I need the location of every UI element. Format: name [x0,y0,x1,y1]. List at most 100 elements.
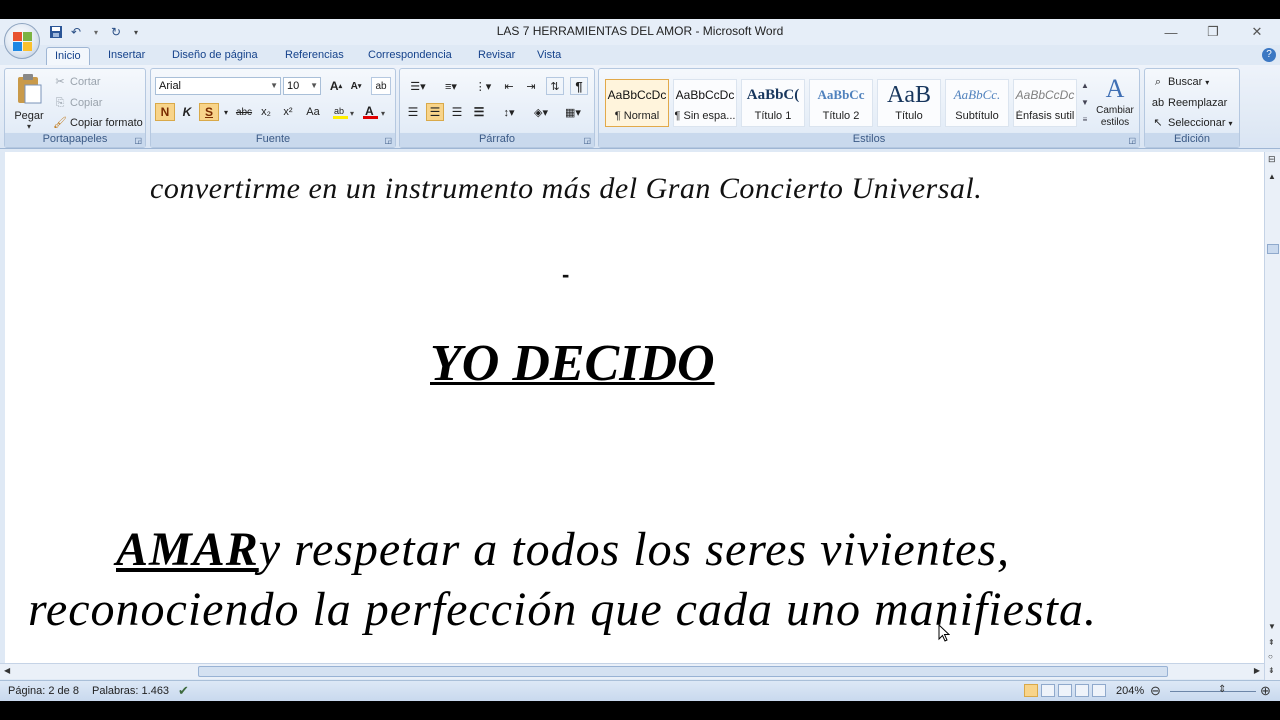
decrease-indent-icon[interactable]: ⇤ [500,77,518,95]
zoom-in-icon[interactable]: ⊕ [1260,683,1271,699]
document-dash: - [562,262,570,287]
replace-button[interactable]: ab Reemplazar [1151,96,1227,110]
grow-font-icon[interactable]: A ▴ [327,77,345,95]
strikethrough-button[interactable]: abc [233,103,255,121]
dialog-launcher-icon[interactable]: ◲ [134,136,142,145]
horizontal-scrollbar[interactable]: ◀ ▶ [0,663,1264,679]
line-spacing-icon[interactable]: ↕▾ [496,103,522,121]
scroll-right-icon[interactable]: ▶ [1254,666,1260,675]
previous-page-icon[interactable]: ⇞ [1268,638,1275,647]
dialog-launcher-icon[interactable]: ◲ [583,136,591,145]
document-paragraph-line2: reconociendo la perfección que cada uno … [28,583,1097,636]
style-titulo-2[interactable]: AaBbCc Título 2 [809,79,873,127]
align-left-icon[interactable]: ☰ [404,103,422,121]
tab-correspondencia[interactable]: Correspondencia [360,47,460,65]
tab-inicio[interactable]: Inicio [46,47,90,65]
borders-icon[interactable]: ▦▾ [560,103,586,121]
zoom-slider-thumb-icon[interactable]: ⇕ [1218,684,1226,695]
font-name-combo[interactable]: Arial ▼ [155,77,281,95]
font-size-combo[interactable]: 10 ▼ [283,77,321,95]
web-layout-icon[interactable] [1058,684,1072,697]
justify-icon[interactable]: ☰ [470,103,488,121]
svg-text:A: A [365,104,374,118]
style-enfasis-sutil[interactable]: AaBbCcDc Énfasis sutil [1013,79,1077,127]
find-button[interactable]: ⌕ Buscar ▾ [1151,75,1209,89]
numbering-icon[interactable]: ≡▾ [436,77,466,95]
clear-format-icon[interactable]: ab [371,77,391,95]
chevron-down-icon: ▼ [270,81,278,90]
style-sin-espaciado[interactable]: AaBbCcDc ¶ Sin espa... [673,79,737,127]
bullets-icon[interactable]: ☰▾ [404,77,432,95]
word-count[interactable]: Palabras: 1.463 [92,685,169,697]
styles-scroll[interactable]: ▲ ▼ ≡ [1079,77,1091,129]
format-painter-button[interactable]: 🖌 Copiar formato [53,116,143,130]
show-marks-icon[interactable]: ¶ [570,77,588,95]
zoom-out-icon[interactable]: ⊖ [1150,683,1161,699]
change-styles-icon: A [1105,74,1125,103]
next-page-icon[interactable]: ⇟ [1268,666,1275,675]
font-color-icon[interactable]: A ▾ [361,103,389,121]
ruler-toggle-icon[interactable]: ⊟ [1268,154,1276,165]
help-icon[interactable]: ? [1262,48,1276,62]
outline-icon[interactable] [1075,684,1089,697]
vertical-scrollbar[interactable]: ⊟ ▲ ▼ ⇞ ○ ⇟ [1264,152,1280,683]
scroll-down-icon[interactable]: ▼ [1268,622,1276,631]
print-layout-icon[interactable] [1024,684,1038,697]
full-screen-reading-icon[interactable] [1041,684,1055,697]
svg-text:▾: ▾ [381,109,385,118]
change-styles-button[interactable]: A Cambiar estilos [1093,73,1137,131]
increase-indent-icon[interactable]: ⇥ [522,77,540,95]
dialog-launcher-icon[interactable]: ◲ [384,136,392,145]
style-normal[interactable]: AaBbCcDc ¶ Normal [605,79,669,127]
align-center-icon[interactable]: ☰ [426,103,444,121]
style-titulo[interactable]: AaB Título [877,79,941,127]
tab-vista[interactable]: Vista [529,47,569,65]
horizontal-scroll-thumb[interactable] [198,666,1168,677]
draft-icon[interactable] [1092,684,1106,697]
style-sample: AaBbCcDc [1015,88,1075,102]
cut-button[interactable]: ✂ Cortar [53,75,100,89]
proofing-icon[interactable]: ✔ [178,683,189,699]
change-case-button[interactable]: Aa [301,103,325,121]
chevron-down-icon: ▼ [310,81,318,90]
underline-button[interactable]: S [199,103,219,121]
copy-button[interactable]: ⎘ Copiar [53,96,103,110]
paste-button[interactable]: Pegar ▾ [9,73,49,131]
group-estilos: AaBbCcDc ¶ Normal AaBbCcDc ¶ Sin espa...… [598,68,1140,148]
sort-icon[interactable]: ⇅ [546,77,564,95]
underline-dropdown-icon[interactable]: ▾ [221,103,231,121]
style-subtitulo[interactable]: AaBbCc. Subtítulo [945,79,1009,127]
shading-icon[interactable]: ◈▾ [528,103,554,121]
restore-button[interactable]: ❐ [1192,19,1234,45]
zoom-slider[interactable] [1170,691,1256,692]
page-indicator[interactable]: Página: 2 de 8 [8,685,79,697]
format-painter-label: Copiar formato [70,117,143,129]
superscript-button[interactable]: x² [279,103,297,121]
browse-object-icon[interactable]: ○ [1268,652,1273,661]
minimize-button[interactable]: — [1150,19,1192,45]
style-name: Título 2 [822,110,860,122]
shrink-font-icon[interactable]: A ▾ [347,77,365,95]
align-right-icon[interactable]: ☰ [448,103,466,121]
scroll-up-icon[interactable]: ▲ [1268,172,1276,181]
window-title: LAS 7 HERRAMIENTAS DEL AMOR - Microsoft … [496,24,784,38]
office-button[interactable] [4,23,40,59]
dialog-launcher-icon[interactable]: ◲ [1128,136,1136,145]
vertical-scroll-thumb[interactable] [1267,244,1279,254]
tab-revisar[interactable]: Revisar [470,47,523,65]
multilevel-list-icon[interactable]: ⋮▾ [470,77,496,95]
tab-insertar[interactable]: Insertar [100,47,153,65]
replace-icon: ab [1151,97,1165,109]
scroll-left-icon[interactable]: ◀ [4,666,10,675]
bold-button[interactable]: N [155,103,175,121]
close-button[interactable]: ✕ [1236,19,1278,45]
style-titulo-1[interactable]: AaBbC( Título 1 [741,79,805,127]
document-area[interactable]: convertirme en un instrumento más del Gr… [0,152,1264,663]
tab-diseno-pagina[interactable]: Diseño de página [164,47,266,65]
select-button[interactable]: ↖ Seleccionar ▾ [1151,116,1232,130]
tab-referencias[interactable]: Referencias [277,47,352,65]
italic-button[interactable]: K [177,103,197,121]
highlight-icon[interactable]: ab ▾ [331,103,357,121]
subscript-button[interactable]: x₂ [257,103,275,121]
zoom-level[interactable]: 204% [1116,685,1144,697]
